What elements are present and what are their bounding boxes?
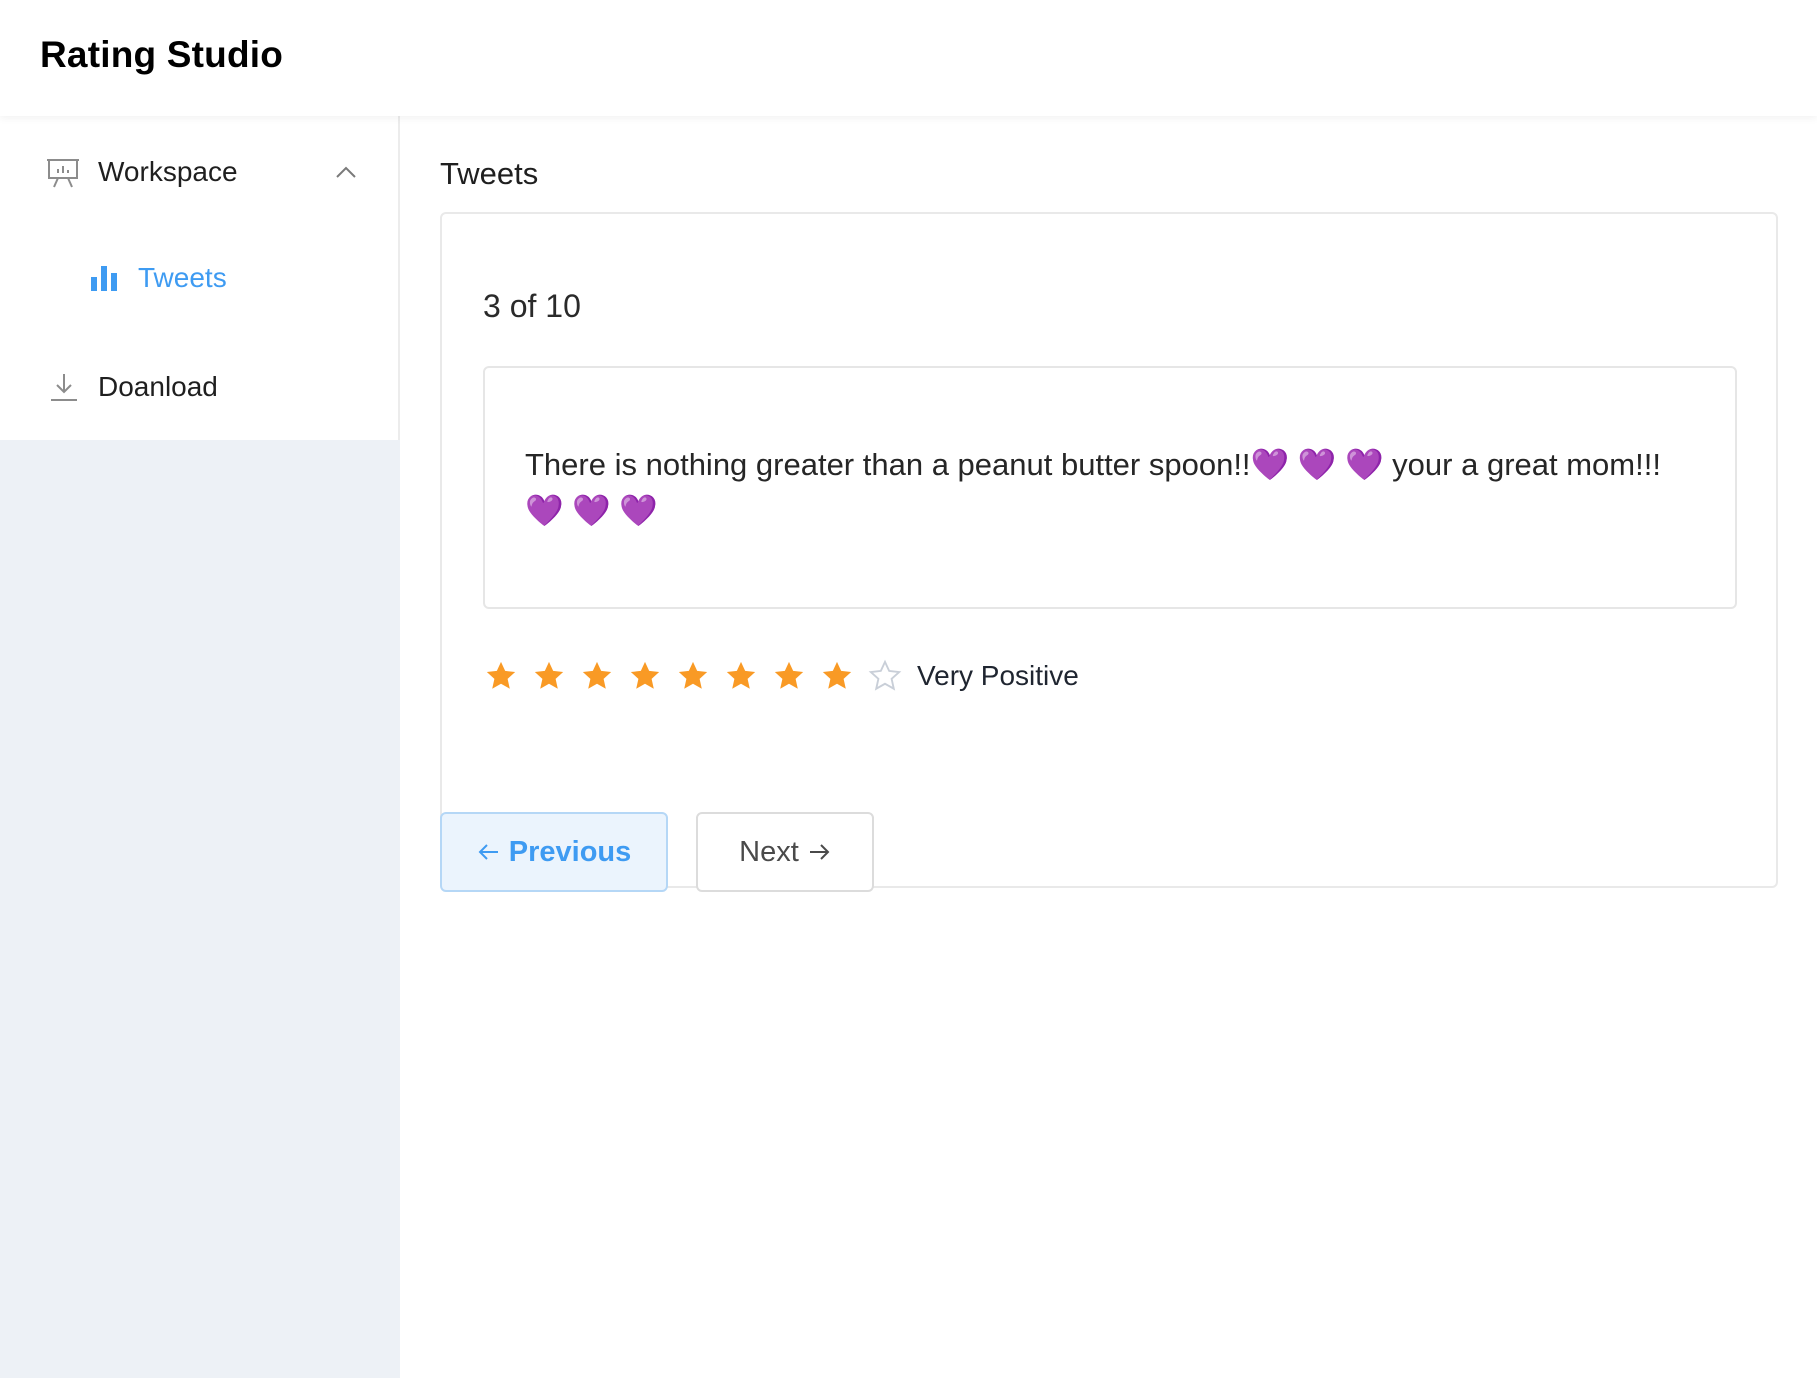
download-icon: [48, 371, 80, 403]
sidebar-item-label: Doanload: [98, 371, 218, 402]
tweet-card: 3 of 10 There is nothing greater than a …: [440, 212, 1778, 888]
sidebar-item-workspace[interactable]: Workspace: [0, 140, 398, 204]
star-filled-icon[interactable]: [531, 658, 567, 694]
next-button-label: Next: [739, 835, 799, 868]
rating-label: Very Positive: [917, 660, 1079, 691]
star-filled-icon[interactable]: [819, 658, 855, 694]
page-title: Tweets: [440, 156, 539, 191]
sidebar-item-label: Workspace: [98, 156, 238, 187]
sidebar-item-label: Tweets: [138, 262, 227, 293]
star-empty-icon[interactable]: [867, 658, 903, 694]
star-filled-icon[interactable]: [771, 658, 807, 694]
app-header: Rating Studio: [0, 0, 1817, 116]
star-filled-icon[interactable]: [723, 658, 759, 694]
star-filled-icon[interactable]: [483, 658, 519, 694]
bar-chart-icon: [88, 262, 120, 294]
app-title: Rating Studio: [40, 34, 284, 75]
item-counter: 3 of 10: [483, 288, 581, 324]
rating-control: Very Positive: [483, 654, 1079, 698]
previous-button[interactable]: Previous: [440, 812, 668, 892]
previous-button-label: Previous: [508, 835, 632, 868]
tweet-box: There is nothing greater than a peanut b…: [483, 366, 1737, 609]
star-filled-icon[interactable]: [579, 658, 615, 694]
arrow-left-icon: [477, 840, 501, 864]
tweet-text: There is nothing greater than a peanut b…: [525, 447, 1661, 528]
arrow-right-icon: [807, 840, 831, 864]
presentation-board-icon: [46, 155, 80, 189]
sidebar-item-tweets[interactable]: Tweets: [0, 246, 398, 310]
chevron-up-icon[interactable]: [334, 160, 358, 184]
sidebar-menu: Workspace Tweets Doanload: [0, 116, 400, 440]
sidebar-item-download[interactable]: Doanload: [0, 355, 398, 419]
star-rating: [483, 658, 915, 694]
sidebar: Workspace Tweets Doanload: [0, 116, 400, 1378]
next-button[interactable]: Next: [696, 812, 874, 892]
star-filled-icon[interactable]: [627, 658, 663, 694]
star-filled-icon[interactable]: [675, 658, 711, 694]
main-content: Tweets 3 of 10 There is nothing greater …: [400, 116, 1817, 1378]
